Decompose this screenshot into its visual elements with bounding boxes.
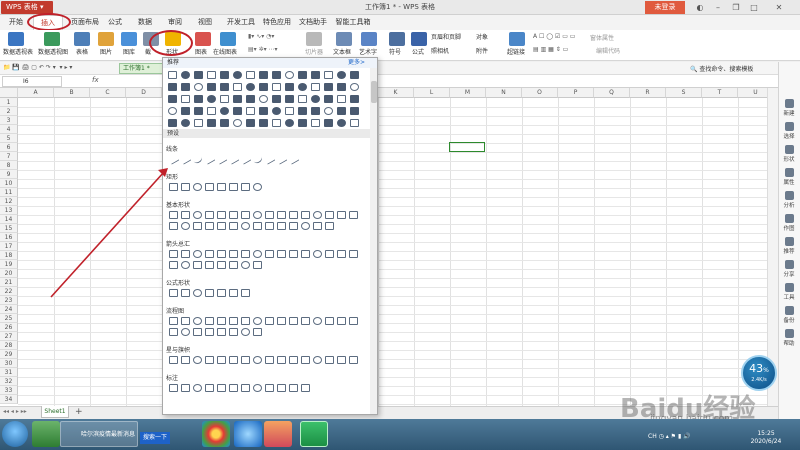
ie-window-title: 哈尔滨疫情最新消息 bbox=[81, 431, 136, 438]
network-speed-widget[interactable]: 43% 2.4K/s bbox=[741, 355, 777, 391]
wps-spreadsheet-icon[interactable] bbox=[300, 421, 328, 447]
annotation-arrow-line bbox=[50, 171, 165, 298]
taskbar-app-icon[interactable] bbox=[32, 421, 60, 447]
taskbar-app2-icon[interactable] bbox=[264, 421, 292, 447]
ie-icon[interactable] bbox=[234, 421, 262, 447]
speed-percent: 43 bbox=[749, 362, 764, 375]
taskbar-search-button[interactable]: 搜索一下 bbox=[140, 432, 170, 444]
taskbar-ie-window[interactable]: 哈尔滨疫情最新消息 bbox=[60, 421, 138, 447]
wps-spreadsheet-window: { "app": {"name":"WPS 表格","doc_title":"工… bbox=[0, 0, 800, 450]
annotation-arrow bbox=[50, 168, 168, 298]
start-button[interactable] bbox=[2, 421, 28, 447]
chrome-icon[interactable] bbox=[202, 421, 230, 447]
speed-unit: % bbox=[763, 367, 769, 374]
system-tray-icons[interactable]: CH ◷ ▴ ⚑ ▮ 🔊 bbox=[648, 433, 691, 440]
annotation-arrow-head bbox=[158, 168, 168, 177]
clock-date: 2020/6/24 bbox=[750, 438, 782, 445]
system-clock[interactable]: 15:25 2020/6/24 bbox=[740, 430, 792, 446]
speed-rate: 2.4K/s bbox=[751, 377, 767, 383]
clock-time: 15:25 bbox=[757, 430, 775, 437]
